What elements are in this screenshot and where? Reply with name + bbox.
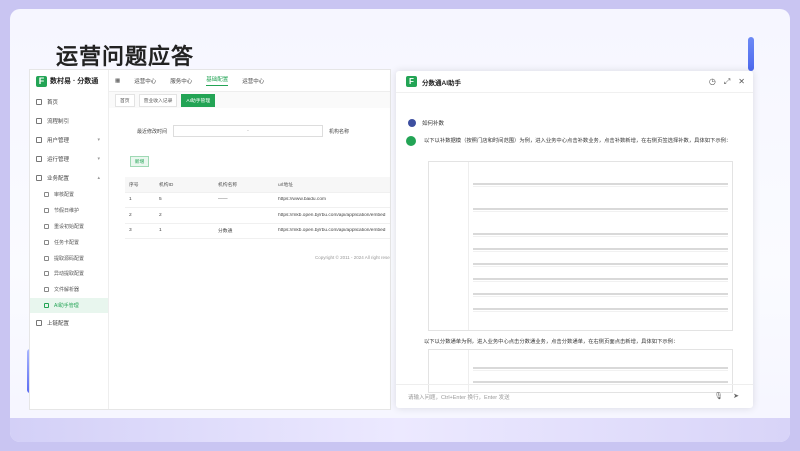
logo-icon: F [36, 75, 47, 87]
assistant-answer-2: 以下以分数通单为例，进入业务中心点击分数通业务，点击分数通单，在右侧页面点击新增… [424, 339, 679, 345]
home-icon [36, 98, 42, 105]
close-icon[interactable]: ✕ [738, 77, 745, 87]
sidebar-subitem[interactable]: 文件解析器 [30, 282, 108, 298]
sidebar-subitem[interactable]: 审核配置 [30, 187, 108, 203]
pin-icon [36, 117, 42, 124]
mini-row [473, 277, 728, 282]
tab-ops-center[interactable]: 运营中心 [134, 77, 156, 85]
mini-row [473, 307, 728, 312]
sidebar-item-ops[interactable]: 运行管理 ▾ [30, 149, 108, 168]
send-icon[interactable]: ➤ [733, 392, 739, 400]
mini-row [473, 182, 728, 187]
decor-bar [748, 37, 754, 71]
mini-row [473, 292, 728, 297]
grid-icon[interactable]: ▦ [115, 78, 120, 84]
sidebar-subitem[interactable]: 重设初始配置 [30, 219, 108, 235]
crumb-ai[interactable]: AI助手管理 [181, 93, 216, 107]
tab-base-config[interactable]: 基础配置 [206, 75, 229, 86]
mini-row [473, 262, 728, 267]
breadcrumb: 首页 营业收入记录 AI助手管理 [109, 92, 390, 108]
table-row[interactable]: 3 1 分数通 https://mkb.open.bjrrbu.com/api/… [125, 224, 390, 239]
doc-icon [44, 239, 49, 245]
sidebar-item-users[interactable]: 用户管理 ▾ [30, 130, 108, 149]
mini-row [473, 232, 728, 237]
chat-input-placeholder: 请输入问题，Ctrl+Enter 换行，Enter 发送 [408, 394, 510, 401]
chevron-down-icon: ▾ [97, 136, 100, 143]
tab-ops-center-2[interactable]: 运营中心 [242, 77, 264, 85]
config-icon [36, 174, 42, 181]
user-icon [36, 136, 42, 143]
filter-label-org: 机构名称 [329, 128, 350, 135]
doc-icon [44, 192, 49, 198]
panel-header: F 分数通AI助手 [396, 71, 753, 93]
mini-row [473, 207, 728, 212]
sidebar: F 数村易 · 分数通 首页 流程制引 用户管理 ▾ 运行管理 ▾ 业务配置 ▴ 审核… [30, 70, 109, 409]
doc-icon [44, 271, 49, 277]
answer-screenshot [428, 161, 733, 331]
mini-sidebar [429, 162, 469, 330]
input-actions: 🎙 ➤ [714, 392, 739, 400]
filter-label-time: 最近修改时间 [137, 128, 168, 135]
chevron-up-icon: ▴ [97, 174, 100, 181]
assistant-logo-icon: F [406, 76, 417, 87]
panel-title: 分数通AI助手 [422, 79, 461, 87]
ai-assistant-panel: F 分数通AI助手 ◷ ⤢ ✕ 如何补数 以下以补数据模（按照门店和时间范围）为… [396, 71, 753, 408]
user-message: 如何补数 [408, 119, 444, 127]
mini-row [473, 247, 728, 252]
table-row[interactable]: 1 5 —— https://www.baidu.com [125, 193, 390, 208]
sidebar-subitem-ai[interactable]: AI助手管理 [30, 297, 108, 314]
user-avatar [408, 119, 416, 127]
date-range-input[interactable]: - [173, 125, 324, 137]
microphone-icon[interactable]: 🎙 [714, 392, 723, 400]
history-icon[interactable]: ◷ [709, 77, 716, 87]
sidebar-item-home[interactable]: 首页 [30, 92, 108, 111]
sidebar-item-flow[interactable]: 流程制引 [30, 111, 108, 130]
sidebar-item-chain[interactable]: 上链配置 [30, 313, 108, 332]
chevron-down-icon: ▾ [97, 155, 100, 162]
expand-icon[interactable]: ⤢ [724, 77, 730, 87]
doc-icon [44, 223, 49, 229]
add-button[interactable]: 新增 [130, 156, 149, 167]
copyright-text: Copyright © 2011 - 2024 All right rese [315, 255, 390, 260]
assistant-answer: 以下以补数据模（按照门店和时间范围）为例，进入业务中心点击补数业务，点击补数新增… [424, 138, 732, 144]
mini-row [473, 366, 728, 371]
slide-title: 运营问题应答 [56, 44, 195, 69]
logo: F 数村易 · 分数通 [30, 70, 108, 92]
settings-icon [36, 155, 42, 162]
logo-text: 数村易 · 分数通 [50, 78, 99, 85]
sidebar-subitem[interactable]: 节假日维护 [30, 203, 108, 219]
link-icon [36, 319, 42, 326]
sidebar-subitem[interactable]: 异动提取配置 [30, 266, 108, 282]
filter-bar: 最近修改时间 - 机构名称 [109, 124, 390, 138]
bottom-band [10, 418, 790, 442]
doc-icon [44, 208, 49, 214]
panel-toolbar: ◷ ⤢ ✕ [709, 77, 745, 87]
chat-input[interactable]: 请输入问题，Ctrl+Enter 换行，Enter 发送 [396, 384, 753, 408]
crumb-home[interactable]: 首页 [115, 93, 135, 107]
doc-icon [44, 287, 49, 293]
robot-icon [44, 302, 49, 308]
sidebar-item-config[interactable]: 业务配置 ▴ [30, 168, 108, 187]
doc-icon [44, 255, 49, 261]
top-nav: ▦ 运营中心 服务中心 基础配置 运营中心 [109, 70, 390, 92]
sidebar-subitem[interactable]: 提取源码配置 [30, 250, 108, 266]
sidebar-subitem[interactable]: 任务卡配置 [30, 234, 108, 250]
tab-service-center[interactable]: 服务中心 [170, 77, 192, 85]
user-question-text: 如何补数 [422, 121, 445, 127]
bot-avatar [406, 136, 416, 146]
table-row[interactable]: 2 2 https://mkb.open.bjrrbu.com/api/appl… [125, 208, 390, 224]
app-window: F 数村易 · 分数通 首页 流程制引 用户管理 ▾ 运行管理 ▾ 业务配置 ▴ 审核… [29, 69, 391, 410]
data-table: 序号 机构ID 机构名称 url地址 1 5 —— https://www.ba… [125, 177, 390, 239]
table-header: 序号 机构ID 机构名称 url地址 [125, 177, 390, 193]
crumb-income[interactable]: 营业收入记录 [138, 93, 178, 107]
